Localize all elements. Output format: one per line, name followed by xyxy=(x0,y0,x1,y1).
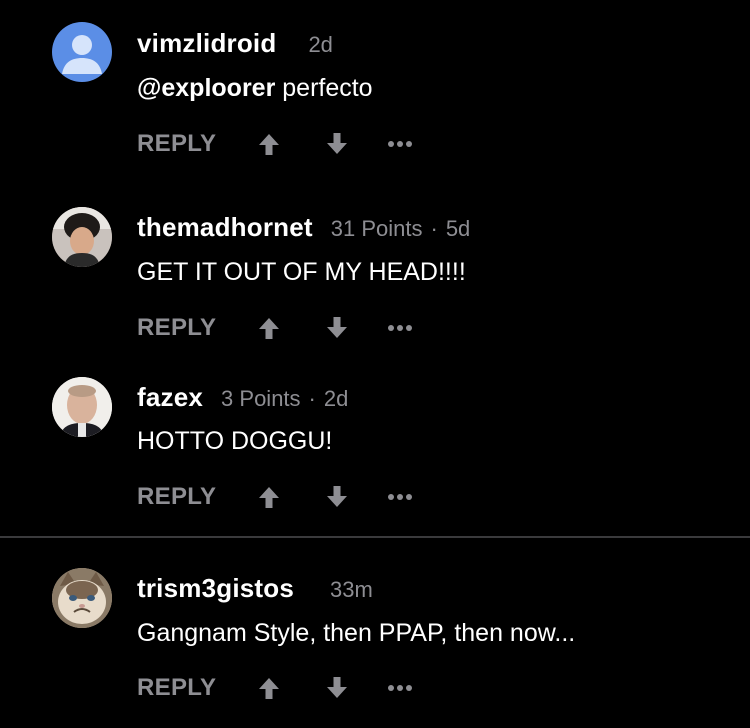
timestamp: 2d xyxy=(323,386,349,411)
timestamp: 5d xyxy=(445,216,471,241)
comment-actions: REPLY xyxy=(137,483,413,511)
comment-meta: vimzlidroid 2d xyxy=(137,28,333,59)
timestamp: 2d xyxy=(308,32,333,57)
separator-dot: · xyxy=(430,216,438,241)
upvote-arrow-icon[interactable] xyxy=(256,484,282,510)
comment-actions: REPLY xyxy=(137,674,413,702)
upvote-arrow-icon[interactable] xyxy=(256,675,282,701)
reply-button[interactable]: REPLY xyxy=(137,130,216,158)
more-options-icon[interactable] xyxy=(388,685,413,691)
thread-divider xyxy=(0,536,750,538)
username[interactable]: fazex xyxy=(137,382,203,413)
points: 31 Points xyxy=(330,216,423,241)
username[interactable]: vimzlidroid xyxy=(137,28,276,59)
reply-button[interactable]: REPLY xyxy=(137,483,216,511)
user-avatar[interactable] xyxy=(52,377,112,437)
upvote-arrow-icon[interactable] xyxy=(256,131,282,157)
comment-actions: REPLY xyxy=(137,314,413,342)
timestamp: 33m xyxy=(330,577,373,602)
comment-body: perfecto xyxy=(275,74,373,102)
user-photo-avatar xyxy=(52,207,112,267)
comment-actions: REPLY xyxy=(137,130,413,158)
username[interactable]: trism3gistos xyxy=(137,573,294,604)
user-avatar[interactable] xyxy=(52,207,112,267)
user-avatar[interactable] xyxy=(52,22,112,82)
user-photo-avatar xyxy=(52,377,112,437)
comment-meta: fazex 3 Points · 2d xyxy=(137,382,348,413)
downvote-arrow-icon[interactable] xyxy=(324,131,350,157)
more-options-icon[interactable] xyxy=(388,325,413,331)
more-options-icon[interactable] xyxy=(388,494,413,500)
comment-body: GET IT OUT OF MY HEAD!!!! xyxy=(137,258,466,286)
default-user-avatar-icon xyxy=(62,35,102,74)
username[interactable]: themadhornet xyxy=(137,212,313,243)
user-mention[interactable]: @exploorer xyxy=(137,74,275,102)
reply-button[interactable]: REPLY xyxy=(137,314,216,342)
more-options-icon[interactable] xyxy=(388,141,413,147)
comment-body: Gangnam Style, then PPAP, then now... xyxy=(137,619,576,647)
downvote-arrow-icon[interactable] xyxy=(324,484,350,510)
comment-body: HOTTO DOGGU! xyxy=(137,427,333,455)
comment-meta: themadhornet 31 Points · 5d xyxy=(137,212,470,243)
comment-meta: trism3gistos 33m xyxy=(137,573,373,604)
grumpy-cat-avatar xyxy=(52,568,112,628)
separator-dot: · xyxy=(308,386,316,411)
downvote-arrow-icon[interactable] xyxy=(324,675,350,701)
user-avatar[interactable] xyxy=(52,568,112,628)
upvote-arrow-icon[interactable] xyxy=(256,315,282,341)
comment-text: @exploorer perfecto xyxy=(137,74,373,103)
downvote-arrow-icon[interactable] xyxy=(324,315,350,341)
points: 3 Points xyxy=(221,386,301,411)
reply-button[interactable]: REPLY xyxy=(137,674,216,702)
